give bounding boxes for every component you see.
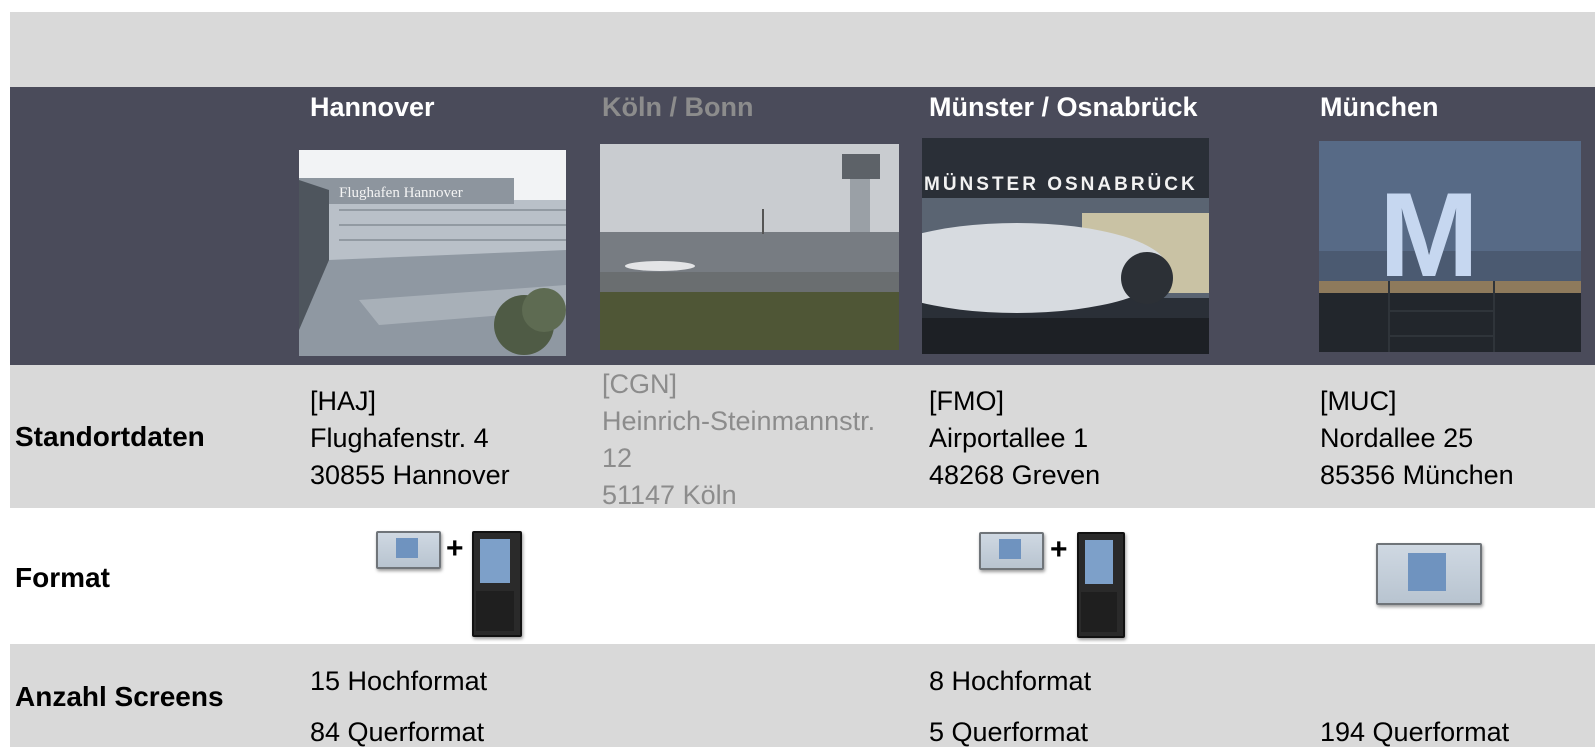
top-band bbox=[10, 12, 1595, 87]
column-title-koeln-bonn: Köln / Bonn bbox=[602, 92, 754, 122]
column-title-muenster-osnabrueck: Münster / Osnabrück bbox=[929, 92, 1198, 122]
landscape-screen-icon bbox=[979, 532, 1044, 570]
address-koeln-bonn: [CGN] Heinrich-Steinmannstr. 12 51147 Kö… bbox=[602, 366, 875, 514]
landscape-screen-icon bbox=[1376, 543, 1482, 605]
row-label-standortdaten: Standortdaten bbox=[15, 421, 205, 452]
plus-sign: + bbox=[446, 532, 464, 565]
street: Nordallee 25 bbox=[1320, 423, 1474, 453]
photo-muenster-osnabrueck-airport: MÜNSTER OSNABRÜCK bbox=[922, 138, 1209, 354]
count-querformat-muenster: 5 Querformat bbox=[929, 717, 1089, 747]
address-muenster-osnabrueck: [FMO] Airportallee 1 48268 Greven bbox=[929, 383, 1100, 494]
landscape-screen-icon bbox=[376, 531, 441, 569]
count-querformat-muenchen: 194 Querformat bbox=[1320, 717, 1510, 747]
row-label-format: Format bbox=[15, 562, 110, 593]
airport-code: [FMO] bbox=[929, 386, 1004, 416]
address-muenchen: [MUC] Nordallee 25 85356 München bbox=[1320, 383, 1514, 494]
row-label-anzahl-screens: Anzahl Screens bbox=[15, 681, 224, 712]
street: Heinrich-Steinmannstr. bbox=[602, 406, 876, 436]
portrait-screen-icon bbox=[472, 531, 522, 637]
city: 30855 Hannover bbox=[310, 460, 510, 490]
muenster-sign-text: MÜNSTER OSNABRÜCK bbox=[924, 174, 1198, 195]
format-band bbox=[10, 508, 1595, 644]
city: 48268 Greven bbox=[929, 460, 1101, 490]
plus-sign: + bbox=[1050, 533, 1068, 566]
street: Flughafenstr. 4 bbox=[310, 423, 489, 453]
photo-muenchen-airport: M bbox=[1319, 141, 1581, 352]
count-hochformat-muenster: 8 Hochformat bbox=[929, 666, 1092, 696]
photo-koeln-bonn-airport bbox=[600, 144, 899, 350]
count-hochformat-hannover: 15 Hochformat bbox=[310, 666, 488, 696]
count-querformat-hannover: 84 Querformat bbox=[310, 717, 485, 747]
portrait-screen-icon bbox=[1077, 532, 1125, 638]
airport-code: [MUC] bbox=[1320, 386, 1397, 416]
address-hannover: [HAJ] Flughafenstr. 4 30855 Hannover bbox=[310, 383, 510, 494]
city: 85356 München bbox=[1320, 460, 1514, 490]
muenchen-sign-letter: M bbox=[1379, 168, 1479, 302]
street-number: 12 bbox=[602, 443, 633, 473]
column-title-muenchen: München bbox=[1320, 92, 1439, 122]
street: Airportallee 1 bbox=[929, 423, 1089, 453]
photo-hannover-airport: Flughafen Hannover bbox=[299, 150, 566, 356]
airport-code: [HAJ] bbox=[310, 386, 377, 416]
airport-code: [CGN] bbox=[602, 369, 678, 399]
city: 51147 Köln bbox=[602, 480, 737, 510]
column-title-hannover: Hannover bbox=[310, 92, 435, 122]
hannover-sign-text: Flughafen Hannover bbox=[339, 185, 463, 201]
